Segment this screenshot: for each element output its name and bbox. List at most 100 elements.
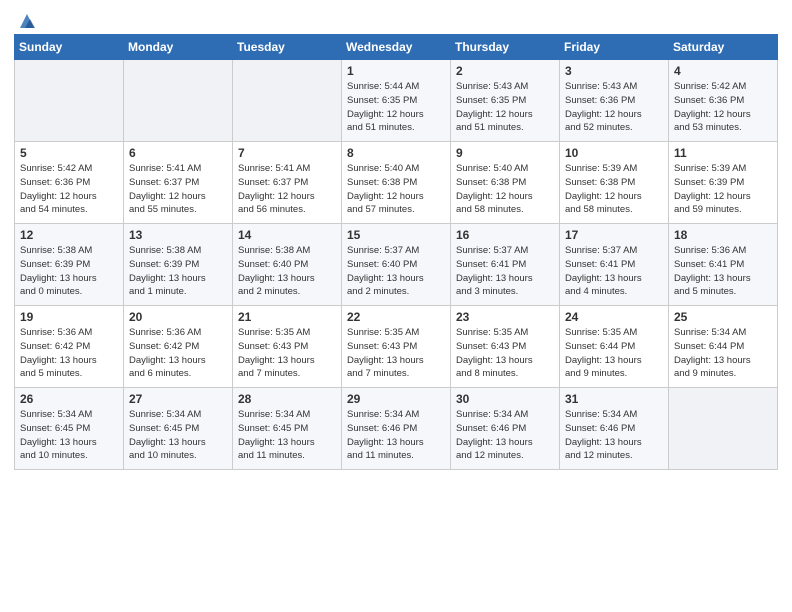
day-number: 29 — [347, 392, 445, 406]
day-info: Sunrise: 5:40 AM Sunset: 6:38 PM Dayligh… — [347, 162, 445, 217]
day-number: 13 — [129, 228, 227, 242]
day-info: Sunrise: 5:41 AM Sunset: 6:37 PM Dayligh… — [129, 162, 227, 217]
day-cell — [15, 60, 124, 142]
day-number: 7 — [238, 146, 336, 160]
day-info: Sunrise: 5:34 AM Sunset: 6:45 PM Dayligh… — [129, 408, 227, 463]
day-cell — [124, 60, 233, 142]
day-number: 1 — [347, 64, 445, 78]
day-info: Sunrise: 5:34 AM Sunset: 6:46 PM Dayligh… — [456, 408, 554, 463]
day-number: 30 — [456, 392, 554, 406]
day-info: Sunrise: 5:44 AM Sunset: 6:35 PM Dayligh… — [347, 80, 445, 135]
day-info: Sunrise: 5:42 AM Sunset: 6:36 PM Dayligh… — [20, 162, 118, 217]
day-info: Sunrise: 5:38 AM Sunset: 6:39 PM Dayligh… — [129, 244, 227, 299]
day-cell: 17 Sunrise: 5:37 AM Sunset: 6:41 PM Dayli… — [560, 224, 669, 306]
day-number: 8 — [347, 146, 445, 160]
day-cell: 18 Sunrise: 5:36 AM Sunset: 6:41 PM Dayli… — [669, 224, 778, 306]
day-info: Sunrise: 5:36 AM Sunset: 6:42 PM Dayligh… — [20, 326, 118, 381]
day-cell: 3 Sunrise: 5:43 AM Sunset: 6:36 PM Daylig… — [560, 60, 669, 142]
day-cell: 22 Sunrise: 5:35 AM Sunset: 6:43 PM Dayli… — [342, 306, 451, 388]
day-info: Sunrise: 5:40 AM Sunset: 6:38 PM Dayligh… — [456, 162, 554, 217]
day-cell: 12 Sunrise: 5:38 AM Sunset: 6:39 PM Dayli… — [15, 224, 124, 306]
day-number: 22 — [347, 310, 445, 324]
day-number: 14 — [238, 228, 336, 242]
day-info: Sunrise: 5:39 AM Sunset: 6:38 PM Dayligh… — [565, 162, 663, 217]
day-info: Sunrise: 5:43 AM Sunset: 6:35 PM Dayligh… — [456, 80, 554, 135]
day-number: 17 — [565, 228, 663, 242]
day-cell: 13 Sunrise: 5:38 AM Sunset: 6:39 PM Dayli… — [124, 224, 233, 306]
day-cell: 21 Sunrise: 5:35 AM Sunset: 6:43 PM Dayli… — [233, 306, 342, 388]
week-row-3: 19 Sunrise: 5:36 AM Sunset: 6:42 PM Dayli… — [15, 306, 778, 388]
day-cell: 29Sunrise: 5:34 AM Sunset: 6:46 PM Dayli… — [342, 388, 451, 470]
day-cell: 16 Sunrise: 5:37 AM Sunset: 6:41 PM Dayli… — [451, 224, 560, 306]
day-info: Sunrise: 5:42 AM Sunset: 6:36 PM Dayligh… — [674, 80, 772, 135]
day-info: Sunrise: 5:39 AM Sunset: 6:39 PM Dayligh… — [674, 162, 772, 217]
week-row-2: 12 Sunrise: 5:38 AM Sunset: 6:39 PM Dayli… — [15, 224, 778, 306]
day-cell — [669, 388, 778, 470]
day-cell: 26 Sunrise: 5:34 AM Sunset: 6:45 PM Dayli… — [15, 388, 124, 470]
day-cell: 25Sunrise: 5:34 AM Sunset: 6:44 PM Dayli… — [669, 306, 778, 388]
day-info: Sunrise: 5:34 AM Sunset: 6:44 PM Dayligh… — [674, 326, 772, 381]
header-row: SundayMondayTuesdayWednesdayThursdayFrid… — [15, 35, 778, 60]
day-cell: 2 Sunrise: 5:43 AM Sunset: 6:35 PM Daylig… — [451, 60, 560, 142]
day-cell: 20Sunrise: 5:36 AM Sunset: 6:42 PM Dayli… — [124, 306, 233, 388]
header-cell-saturday: Saturday — [669, 35, 778, 60]
day-cell: 27 Sunrise: 5:34 AM Sunset: 6:45 PM Dayli… — [124, 388, 233, 470]
logo — [14, 10, 38, 28]
day-info: Sunrise: 5:36 AM Sunset: 6:41 PM Dayligh… — [674, 244, 772, 299]
day-number: 10 — [565, 146, 663, 160]
day-cell: 14 Sunrise: 5:38 AM Sunset: 6:40 PM Dayli… — [233, 224, 342, 306]
day-info: Sunrise: 5:37 AM Sunset: 6:41 PM Dayligh… — [456, 244, 554, 299]
day-cell: 30 Sunrise: 5:34 AM Sunset: 6:46 PM Dayli… — [451, 388, 560, 470]
week-row-0: 1 Sunrise: 5:44 AM Sunset: 6:35 PM Daylig… — [15, 60, 778, 142]
day-number: 4 — [674, 64, 772, 78]
week-row-4: 26 Sunrise: 5:34 AM Sunset: 6:45 PM Dayli… — [15, 388, 778, 470]
day-number: 26 — [20, 392, 118, 406]
day-cell: 19 Sunrise: 5:36 AM Sunset: 6:42 PM Dayli… — [15, 306, 124, 388]
day-number: 3 — [565, 64, 663, 78]
day-number: 2 — [456, 64, 554, 78]
day-info: Sunrise: 5:37 AM Sunset: 6:41 PM Dayligh… — [565, 244, 663, 299]
day-info: Sunrise: 5:34 AM Sunset: 6:45 PM Dayligh… — [20, 408, 118, 463]
day-cell: 24 Sunrise: 5:35 AM Sunset: 6:44 PM Dayli… — [560, 306, 669, 388]
day-number: 15 — [347, 228, 445, 242]
day-number: 21 — [238, 310, 336, 324]
day-number: 27 — [129, 392, 227, 406]
day-cell: 23Sunrise: 5:35 AM Sunset: 6:43 PM Dayli… — [451, 306, 560, 388]
day-number: 16 — [456, 228, 554, 242]
day-number: 6 — [129, 146, 227, 160]
day-info: Sunrise: 5:41 AM Sunset: 6:37 PM Dayligh… — [238, 162, 336, 217]
day-info: Sunrise: 5:38 AM Sunset: 6:39 PM Dayligh… — [20, 244, 118, 299]
day-cell: 10 Sunrise: 5:39 AM Sunset: 6:38 PM Dayli… — [560, 142, 669, 224]
calendar-table: SundayMondayTuesdayWednesdayThursdayFrid… — [14, 34, 778, 470]
day-number: 20 — [129, 310, 227, 324]
day-info: Sunrise: 5:34 AM Sunset: 6:46 PM Dayligh… — [565, 408, 663, 463]
day-number: 23 — [456, 310, 554, 324]
header-cell-monday: Monday — [124, 35, 233, 60]
day-number: 19 — [20, 310, 118, 324]
day-number: 18 — [674, 228, 772, 242]
page: SundayMondayTuesdayWednesdayThursdayFrid… — [0, 0, 792, 480]
day-number: 24 — [565, 310, 663, 324]
header — [14, 10, 778, 28]
header-cell-tuesday: Tuesday — [233, 35, 342, 60]
day-cell: 11 Sunrise: 5:39 AM Sunset: 6:39 PM Dayli… — [669, 142, 778, 224]
logo-icon — [16, 10, 38, 32]
day-number: 5 — [20, 146, 118, 160]
day-number: 28 — [238, 392, 336, 406]
day-cell: 8 Sunrise: 5:40 AM Sunset: 6:38 PM Daylig… — [342, 142, 451, 224]
day-info: Sunrise: 5:35 AM Sunset: 6:43 PM Dayligh… — [347, 326, 445, 381]
day-cell: 28 Sunrise: 5:34 AM Sunset: 6:45 PM Dayli… — [233, 388, 342, 470]
day-info: Sunrise: 5:37 AM Sunset: 6:40 PM Dayligh… — [347, 244, 445, 299]
day-cell: 5 Sunrise: 5:42 AM Sunset: 6:36 PM Daylig… — [15, 142, 124, 224]
day-number: 12 — [20, 228, 118, 242]
day-info: Sunrise: 5:35 AM Sunset: 6:43 PM Dayligh… — [238, 326, 336, 381]
day-number: 11 — [674, 146, 772, 160]
day-info: Sunrise: 5:38 AM Sunset: 6:40 PM Dayligh… — [238, 244, 336, 299]
header-cell-friday: Friday — [560, 35, 669, 60]
day-cell: 7 Sunrise: 5:41 AM Sunset: 6:37 PM Daylig… — [233, 142, 342, 224]
day-number: 31 — [565, 392, 663, 406]
day-info: Sunrise: 5:43 AM Sunset: 6:36 PM Dayligh… — [565, 80, 663, 135]
day-info: Sunrise: 5:35 AM Sunset: 6:44 PM Dayligh… — [565, 326, 663, 381]
day-cell: 31 Sunrise: 5:34 AM Sunset: 6:46 PM Dayli… — [560, 388, 669, 470]
day-info: Sunrise: 5:34 AM Sunset: 6:45 PM Dayligh… — [238, 408, 336, 463]
